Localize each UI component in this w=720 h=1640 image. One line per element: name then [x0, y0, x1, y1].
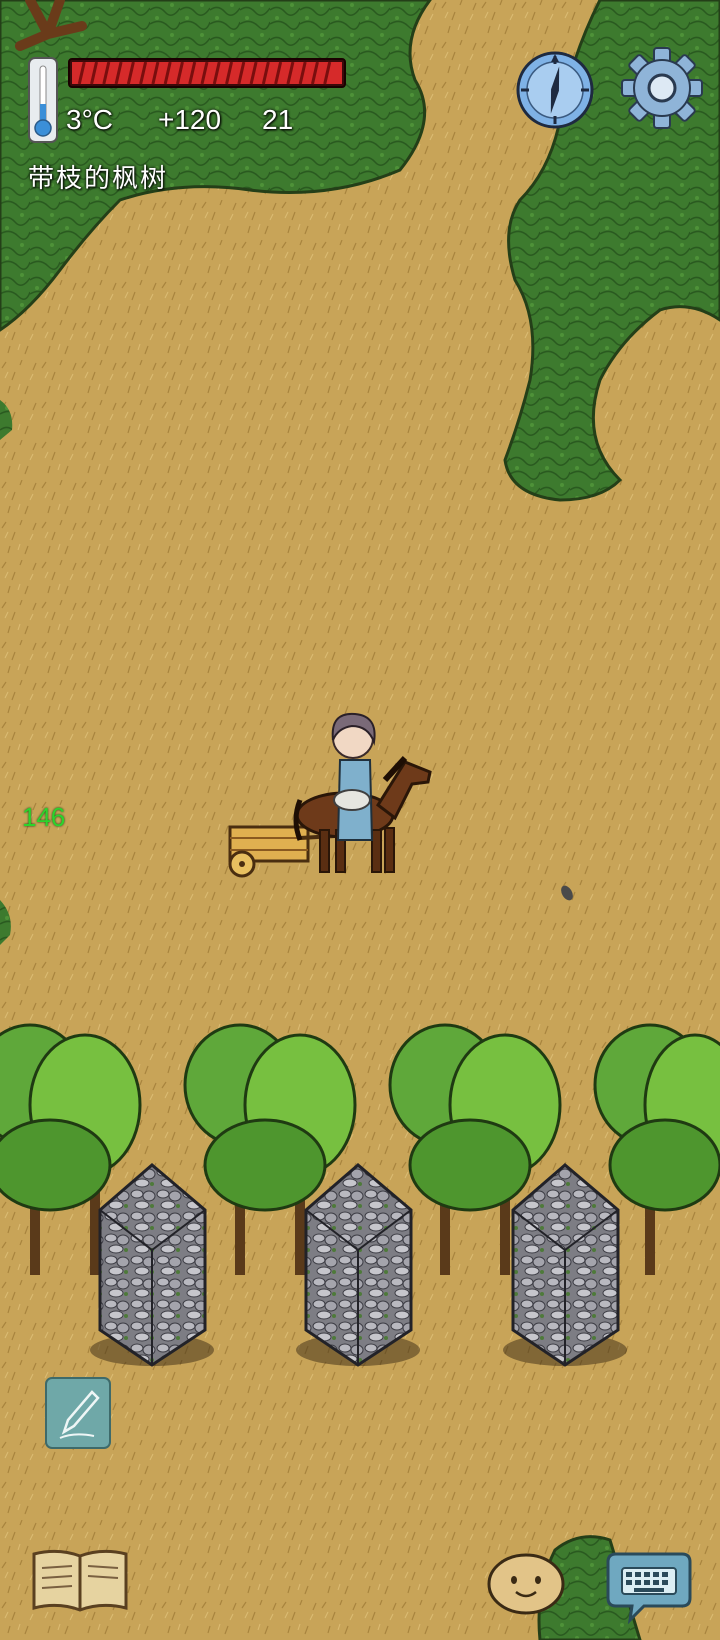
player-character [331, 712, 376, 841]
keyboard-chat-icon[interactable] [606, 1548, 692, 1624]
compass-icon[interactable] [515, 50, 595, 130]
emote-face-icon[interactable] [486, 1550, 566, 1616]
book-icon[interactable] [30, 1546, 130, 1614]
score-readout: +120 [158, 104, 222, 135]
count-readout: 21 [262, 104, 294, 135]
temperature-readout: 3°C [66, 104, 113, 135]
thermometer-icon [28, 57, 58, 143]
hovered-object-name: 带枝的枫树 [28, 164, 169, 194]
pencil-icon[interactable] [44, 1376, 112, 1450]
gear-icon[interactable] [620, 46, 704, 130]
health-bar [68, 58, 346, 88]
distance-marker: 146 [22, 802, 66, 832]
